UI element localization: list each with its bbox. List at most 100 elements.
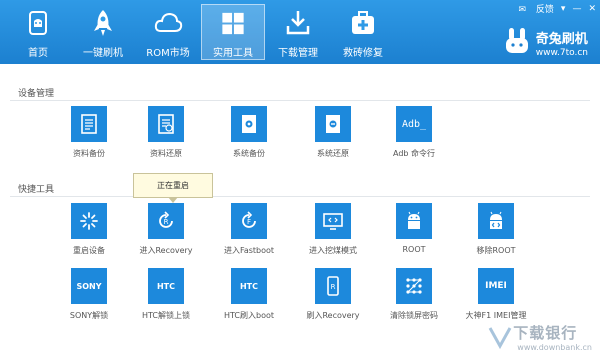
tool-tile <box>315 106 351 142</box>
first-aid-icon <box>352 11 374 34</box>
phone-recovery-icon: R <box>327 276 339 296</box>
tool-enter-recovery[interactable]: R 进入Recovery <box>131 203 201 256</box>
tool-label: HTC解锁上锁 <box>141 311 191 320</box>
device-section-title: 设备管理 <box>18 89 55 99</box>
htc-tile-text: HTC <box>156 281 176 291</box>
feedback-link[interactable]: ✉ 反馈 <box>519 2 554 15</box>
svg-text:F: F <box>247 218 251 226</box>
download-icon <box>286 11 310 35</box>
restart-tooltip: 正在重启 <box>133 173 213 203</box>
tool-clear-lock-password[interactable]: 清除锁屏密码 <box>379 268 449 321</box>
rocket-icon <box>94 10 112 36</box>
quick-section-title: 快捷工具 <box>18 185 55 195</box>
tool-label: 进入Recovery <box>139 246 193 255</box>
nav-rom-market[interactable]: ROM市场 <box>136 4 200 60</box>
tool-data-restore[interactable]: 资料还原 <box>131 106 201 159</box>
tool-label: 系统备份 <box>233 149 265 158</box>
tooltip-text: 正在重启 <box>157 181 189 190</box>
close-icon[interactable]: ✕ <box>588 4 596 14</box>
nav-home[interactable]: 首页 <box>6 4 70 60</box>
tool-tile <box>315 203 351 239</box>
title-bar: 首页 一键刷机 ROM市场 实用工具 下载管理 救砖修复 ✉ 反馈 ▾ — ✕ … <box>0 0 600 64</box>
tool-tile: R <box>148 203 184 239</box>
tool-enter-special-mode[interactable]: 进入挖煤模式 <box>298 203 368 256</box>
watermark-url: www.downbank.cn <box>517 343 592 352</box>
tool-reboot-device[interactable]: 重启设备 <box>54 203 124 256</box>
screen-mode-icon <box>323 213 343 230</box>
nav-download-manager-label: 下载管理 <box>278 48 318 59</box>
tool-remove-root[interactable]: 移除ROOT <box>461 203 531 256</box>
tool-label: HTC刷入boot <box>223 311 275 320</box>
document-restore-icon <box>158 114 174 134</box>
cloud-icon <box>154 12 183 32</box>
tool-tile: F <box>231 203 267 239</box>
nav-one-click-flash[interactable]: 一键刷机 <box>71 4 135 60</box>
sony-tile-text: SONY <box>76 281 102 291</box>
adb-tile-text: Adb_ <box>401 118 427 130</box>
htc-boot-tile-text: HTC <box>239 281 259 291</box>
htc-lock-icon: HTC <box>148 268 184 304</box>
watermark-logo-icon <box>488 327 512 350</box>
rabbit-logo-icon <box>505 28 528 53</box>
system-restore-icon <box>326 115 340 133</box>
tool-tile <box>396 203 432 239</box>
fastboot-icon: F <box>242 211 256 228</box>
tool-flash-recovery[interactable]: R 刷入Recovery <box>298 268 368 321</box>
tool-tile <box>148 106 184 142</box>
android-root-icon <box>408 211 420 229</box>
tool-label: 清除锁屏密码 <box>390 311 438 320</box>
brand-name: 奇兔刷机 <box>535 32 588 47</box>
tool-htc-flash-boot[interactable]: HTC HTC刷入boot <box>214 268 284 321</box>
nav-brick-repair[interactable]: 救砖修复 <box>331 4 395 60</box>
tool-label: 资料备份 <box>73 149 105 158</box>
tool-root[interactable]: ROOT <box>379 203 449 254</box>
home-icon <box>29 11 47 35</box>
nav-download-manager[interactable]: 下载管理 <box>266 4 330 60</box>
grid-icon <box>222 12 244 35</box>
tool-htc-lock-unlock[interactable]: HTC HTC解锁上锁 <box>131 268 201 321</box>
feedback-label: 反馈 <box>535 5 554 15</box>
minimize-icon[interactable]: — <box>572 4 581 14</box>
tool-data-backup[interactable]: 资料备份 <box>54 106 124 159</box>
tool-label: 重启设备 <box>73 246 105 255</box>
tool-label: Adb 命令行 <box>392 149 436 158</box>
watermark: 下载银行 www.downbank.cn <box>487 322 592 352</box>
tool-label: 进入挖煤模式 <box>309 246 357 255</box>
tool-tile <box>396 268 432 304</box>
tool-label: 移除ROOT <box>476 246 516 255</box>
tool-label: 进入Fastboot <box>223 246 275 255</box>
window-controls: ✉ 反馈 ▾ — ✕ <box>512 2 597 16</box>
tool-label: 大神F1 IMEI管理 <box>465 311 527 320</box>
nav-one-click-flash-label: 一键刷机 <box>83 48 123 59</box>
section-divider <box>10 196 590 197</box>
brand: 奇兔刷机 www.7to.cn <box>505 28 588 58</box>
tool-tile <box>71 203 107 239</box>
tool-label: 资料还原 <box>150 149 182 158</box>
tool-label: ROOT <box>402 245 426 254</box>
tool-imei-manager[interactable]: IMEI 大神F1 IMEI管理 <box>461 268 531 321</box>
menu-icon[interactable]: ▾ <box>561 4 566 14</box>
watermark-text: 下载银行 www.downbank.cn <box>513 322 592 352</box>
brand-url: www.7to.cn <box>535 48 588 58</box>
tool-system-restore[interactable]: 系统还原 <box>298 106 368 159</box>
tool-enter-fastboot[interactable]: F 进入Fastboot <box>214 203 284 256</box>
loading-spinner-icon <box>80 212 98 230</box>
tool-tile <box>231 106 267 142</box>
recovery-icon: R <box>159 211 173 228</box>
tool-label: 系统还原 <box>317 149 349 158</box>
nav-rom-market-label: ROM市场 <box>146 48 190 59</box>
tool-adb-command[interactable]: Adb_ Adb 命令行 <box>379 106 449 159</box>
main-nav: 首页 一键刷机 ROM市场 实用工具 下载管理 救砖修复 <box>6 4 396 60</box>
nav-utilities[interactable]: 实用工具 <box>201 4 265 60</box>
tool-tile <box>71 106 107 142</box>
nav-home-label: 首页 <box>28 48 48 59</box>
tool-sony-unlock[interactable]: SONY SONY解锁 <box>54 268 124 321</box>
system-backup-icon <box>242 115 256 133</box>
adb-terminal-icon: Adb_ <box>396 106 432 142</box>
nav-utilities-label: 实用工具 <box>213 48 253 59</box>
section-divider <box>10 100 590 101</box>
document-backup-icon <box>81 114 97 134</box>
tool-tile <box>478 203 514 239</box>
imei-icon: IMEI <box>478 268 514 304</box>
tool-system-backup[interactable]: 系统备份 <box>214 106 284 159</box>
